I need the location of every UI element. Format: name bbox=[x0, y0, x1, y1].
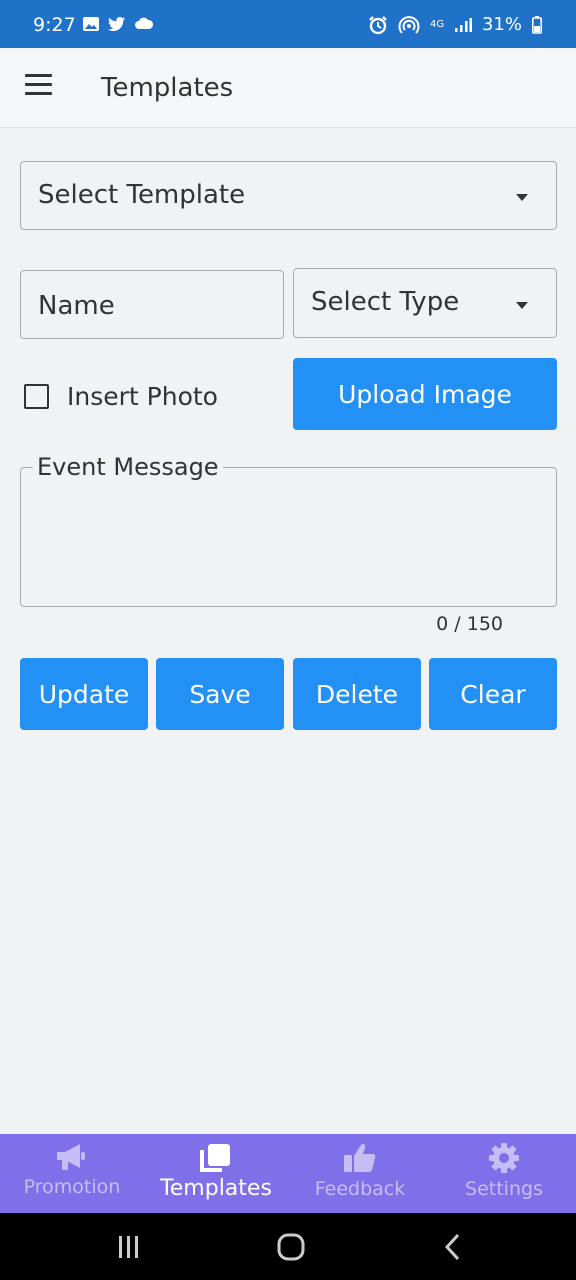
checkbox-box[interactable] bbox=[24, 383, 49, 409]
nav-label: Settings bbox=[465, 1178, 543, 1200]
delete-button[interactable]: Delete bbox=[293, 658, 421, 730]
alarm-icon bbox=[369, 15, 387, 34]
upload-image-button[interactable]: Upload Image bbox=[293, 358, 557, 430]
status-time: 9:27 bbox=[33, 14, 76, 36]
name-field[interactable]: Name bbox=[20, 270, 284, 339]
twitter-icon bbox=[108, 17, 125, 31]
system-nav-bar bbox=[0, 1213, 576, 1280]
thumbs-up-icon bbox=[344, 1144, 376, 1172]
status-bar: 9:27 4G 31% bbox=[0, 0, 576, 48]
back-icon[interactable] bbox=[438, 1232, 468, 1262]
hamburger-icon bbox=[25, 74, 52, 77]
home-icon[interactable] bbox=[276, 1232, 306, 1262]
gear-icon bbox=[489, 1143, 519, 1173]
templates-icon bbox=[200, 1144, 230, 1172]
nav-label: Feedback bbox=[314, 1178, 406, 1200]
nav-label: Promotion bbox=[23, 1176, 121, 1198]
menu-button[interactable] bbox=[22, 74, 56, 102]
bottom-nav: Promotion Templates Feedback Settings bbox=[0, 1134, 576, 1213]
nav-feedback[interactable]: Feedback bbox=[288, 1134, 432, 1213]
signal-icon bbox=[454, 17, 472, 32]
template-select-value: Select Template bbox=[38, 180, 246, 210]
nav-promotion[interactable]: Promotion bbox=[0, 1134, 144, 1213]
battery-percent: 31% bbox=[481, 14, 522, 35]
page-title: Templates bbox=[101, 73, 234, 103]
nav-templates[interactable]: Templates bbox=[144, 1134, 288, 1213]
name-placeholder: Name bbox=[38, 291, 115, 321]
update-button[interactable]: Update bbox=[20, 658, 148, 730]
character-counter: 0 / 150 bbox=[436, 613, 503, 635]
insert-photo-checkbox[interactable]: Insert Photo bbox=[24, 372, 218, 420]
save-button[interactable]: Save bbox=[156, 658, 284, 730]
battery-icon bbox=[532, 15, 542, 34]
insert-photo-label: Insert Photo bbox=[67, 381, 218, 411]
cloud-icon bbox=[135, 17, 154, 29]
chevron-down-icon bbox=[516, 194, 528, 201]
nav-label: Templates bbox=[160, 1176, 272, 1201]
type-select[interactable]: Select Type bbox=[293, 268, 557, 338]
type-select-value: Select Type bbox=[311, 287, 460, 317]
app-bar: Templates bbox=[0, 48, 576, 128]
nav-settings[interactable]: Settings bbox=[432, 1134, 576, 1213]
hotspot-icon bbox=[398, 15, 420, 34]
event-message-label: Event Message bbox=[33, 453, 223, 481]
megaphone-icon bbox=[57, 1144, 85, 1170]
network-type: 4G bbox=[429, 18, 445, 30]
chevron-down-icon bbox=[516, 302, 528, 309]
clear-button[interactable]: Clear bbox=[429, 658, 557, 730]
gallery-icon bbox=[83, 17, 99, 31]
recents-icon[interactable] bbox=[114, 1232, 144, 1262]
event-message-field[interactable] bbox=[20, 467, 557, 607]
template-select[interactable]: Select Template bbox=[20, 161, 557, 230]
